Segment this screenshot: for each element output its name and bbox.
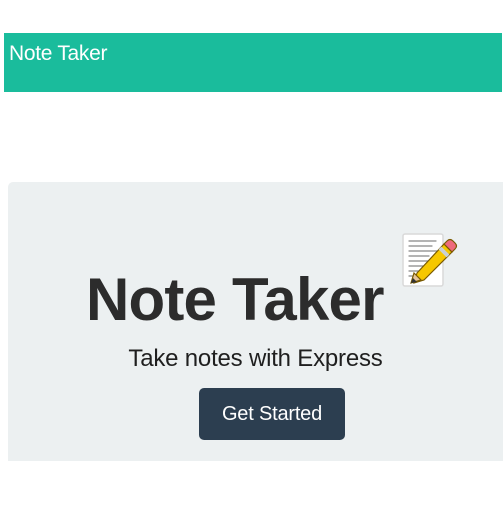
- get-started-button[interactable]: Get Started: [199, 388, 345, 440]
- navbar-brand-link[interactable]: Note Taker: [9, 42, 107, 66]
- memo-icon: [402, 233, 458, 287]
- hero-title-row: Note Taker: [86, 226, 476, 333]
- hero-panel: Note Taker Take notes with Express Get S…: [8, 182, 503, 461]
- page-title: Note Taker: [86, 266, 384, 334]
- page: Note Taker Note Taker Take notes with Ex…: [0, 0, 504, 508]
- navbar: Note Taker: [4, 33, 502, 92]
- hero-subtitle: Take notes with Express: [128, 345, 383, 372]
